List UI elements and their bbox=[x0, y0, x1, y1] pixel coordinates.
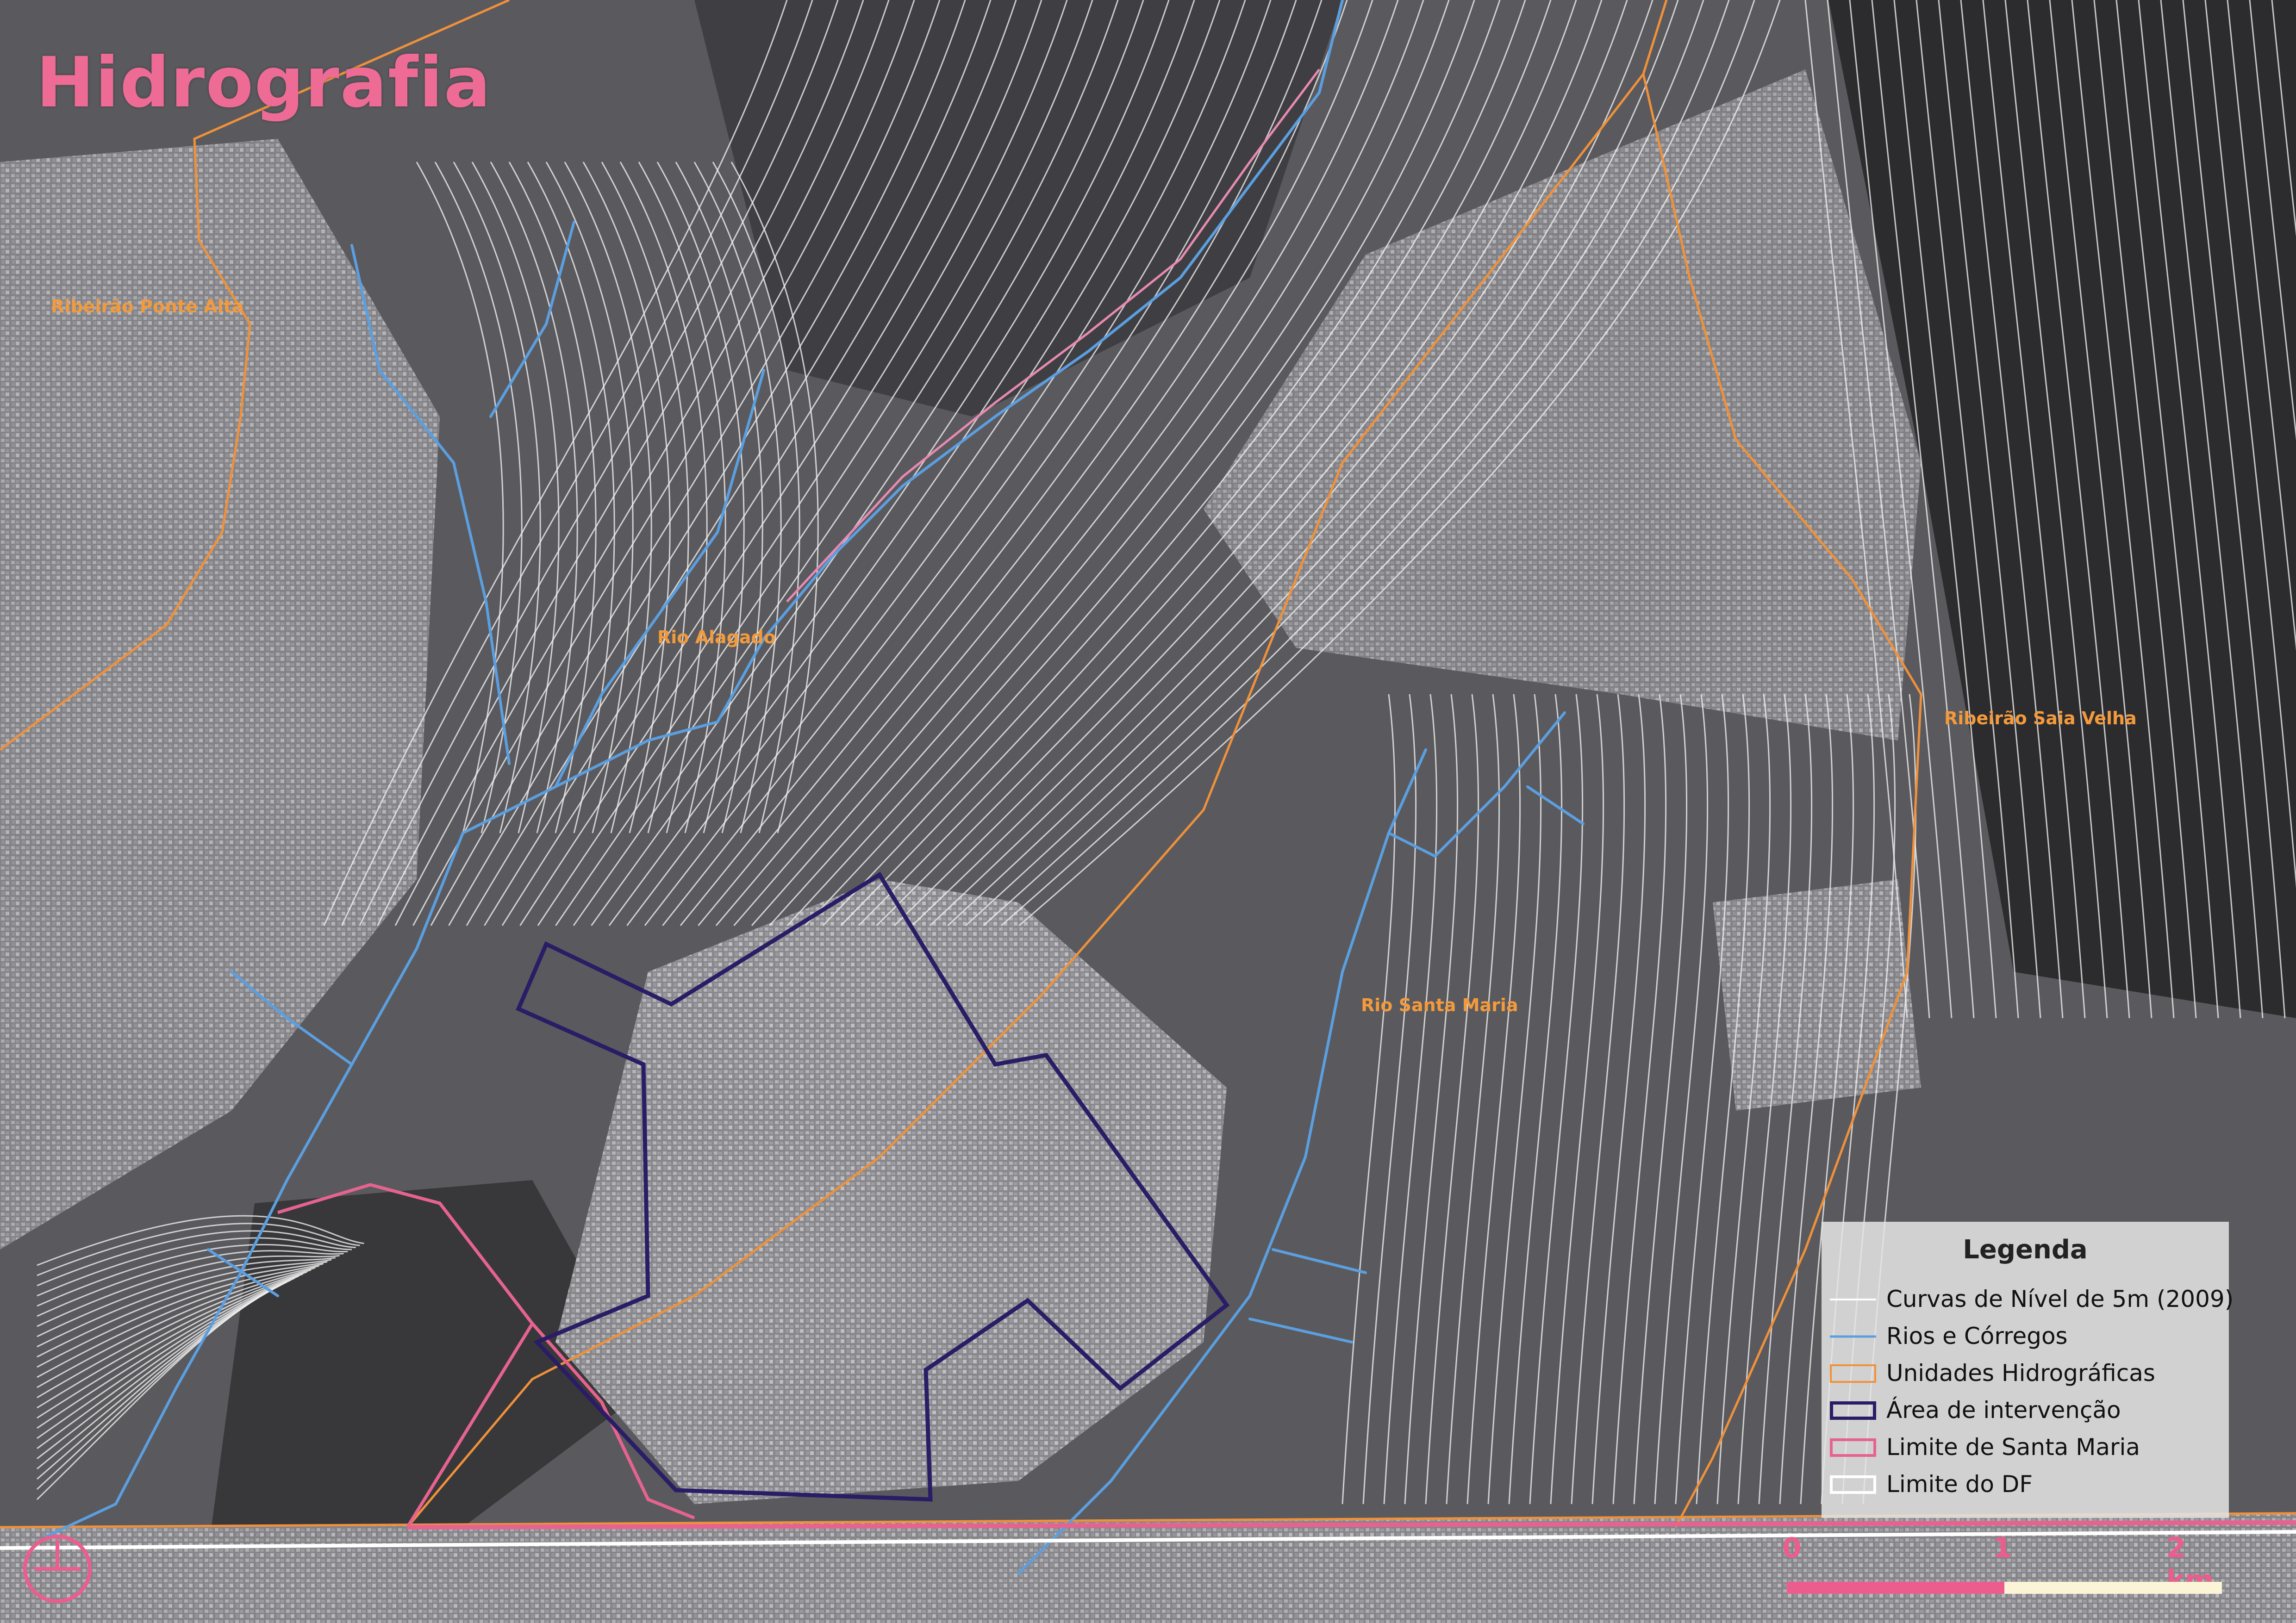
north-arrow-icon bbox=[23, 1535, 92, 1603]
legend-item-contours: Curvas de Nível de 5m (2009) bbox=[1822, 1282, 2234, 1319]
legend-label: Curvas de Nível de 5m (2009) bbox=[1886, 1286, 2234, 1312]
river-line-icon bbox=[1830, 1335, 1876, 1338]
legend-title: Legenda bbox=[1963, 1235, 2088, 1265]
legend-panel: Legenda Curvas de Nível de 5m (2009) Rio… bbox=[1822, 1222, 2234, 1518]
label-ribeirao-saia-velha: Ribeirão Saia Velha bbox=[1944, 708, 2137, 728]
legend-label: Limite do DF bbox=[1886, 1471, 2033, 1498]
label-rio-santa-maria: Rio Santa Maria bbox=[1361, 995, 1518, 1015]
map-title: Hidrografia bbox=[36, 43, 492, 123]
legend-item-df: Limite do DF bbox=[1822, 1467, 2229, 1504]
urban-area-east bbox=[1713, 879, 1921, 1111]
legend-item-rivers: Rios e Córregos bbox=[1822, 1319, 2229, 1356]
map-canvas: Hidrografia Ribeirão Ponte Alta Rio Alag… bbox=[0, 0, 2296, 1623]
scale-segment-2 bbox=[2004, 1582, 2222, 1594]
legend-item-hydro-units: Unidades Hidrográficas bbox=[1822, 1356, 2229, 1393]
legend-item-santa-maria: Limite de Santa Maria bbox=[1822, 1430, 2229, 1467]
santa-maria-limit-icon bbox=[1830, 1438, 1876, 1457]
legend-label: Rios e Córregos bbox=[1886, 1323, 2068, 1349]
contour-line-icon bbox=[1830, 1299, 1876, 1300]
legend-label: Unidades Hidrográficas bbox=[1886, 1360, 2155, 1387]
scale-tick-1: 1 bbox=[1993, 1532, 2012, 1564]
scale-tick-0: 0 bbox=[1782, 1532, 1802, 1564]
legend-label: Área de intervenção bbox=[1886, 1397, 2121, 1424]
label-ribeirao-ponte-alta: Ribeirão Ponte Alta bbox=[51, 296, 244, 317]
scale-bar: 0 1 2 km bbox=[1782, 1532, 2227, 1597]
legend-label: Limite de Santa Maria bbox=[1886, 1434, 2140, 1461]
scale-segment-1 bbox=[1787, 1582, 2004, 1594]
df-limit-icon bbox=[1830, 1475, 1876, 1494]
legend-item-intervention: Área de intervenção bbox=[1822, 1393, 2229, 1430]
label-rio-alagado: Rio Alagado bbox=[657, 627, 776, 647]
intervention-area-icon bbox=[1830, 1401, 1876, 1420]
hydro-unit-icon bbox=[1830, 1364, 1876, 1383]
